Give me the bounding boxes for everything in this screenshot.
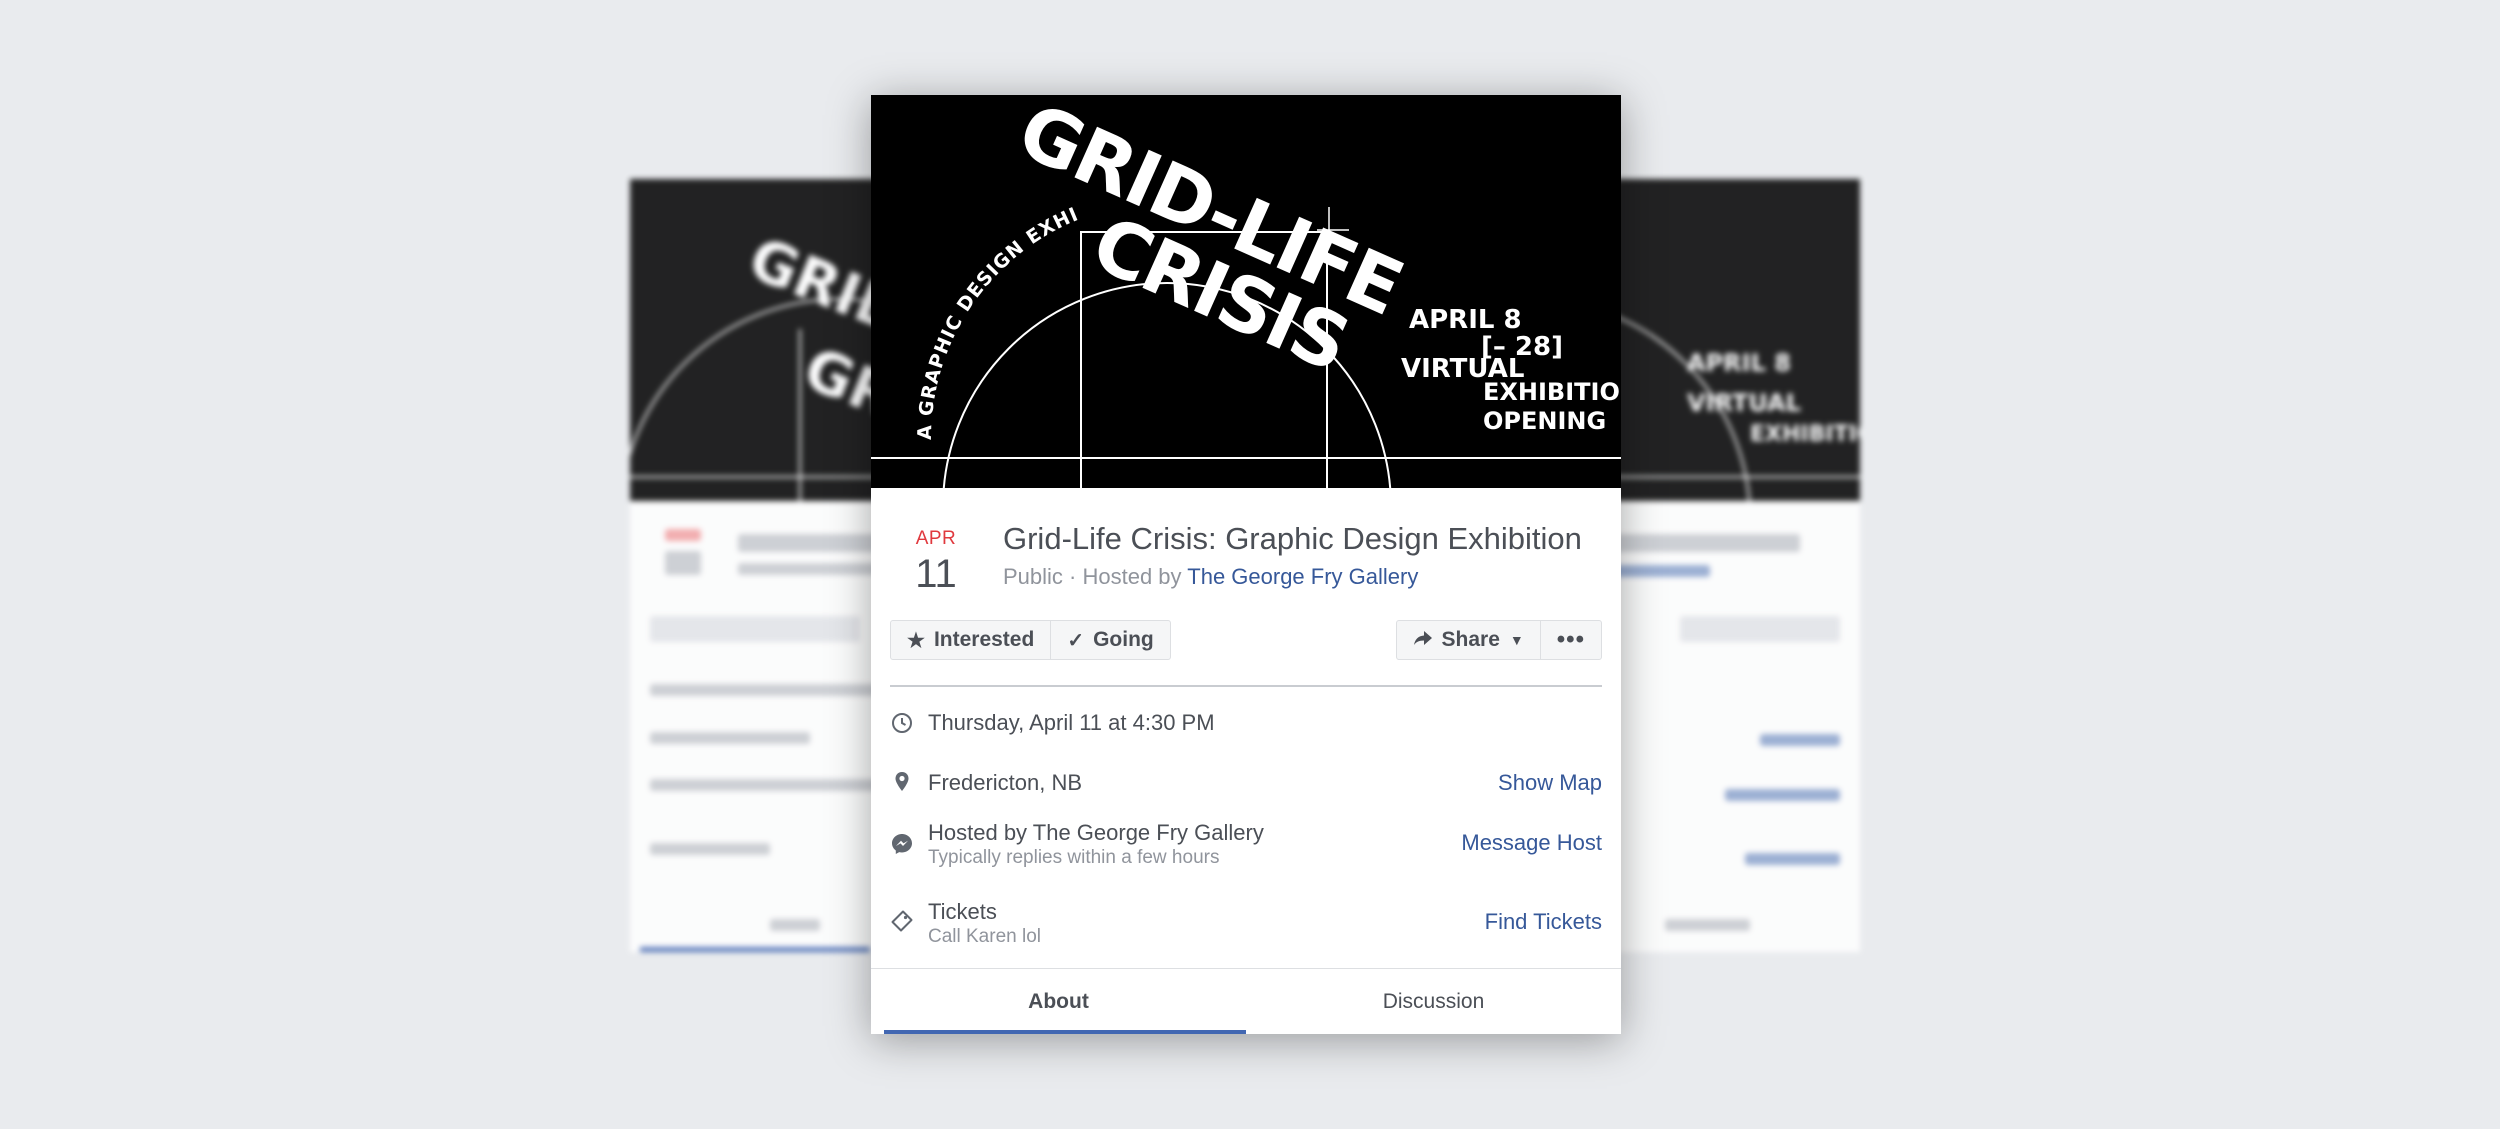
poster-opening: OPENING: [1483, 407, 1606, 435]
clock-icon: [890, 711, 914, 735]
share-button[interactable]: Share ▼: [1397, 621, 1540, 659]
exhibition-poster: A GRAPHIC DESIGN EXHIBITION GRID-LIFE CR…: [871, 95, 1621, 488]
details-divider: [890, 685, 1602, 687]
interested-label: Interested: [933, 628, 1035, 651]
detail-row-location: Fredericton, NB Show Map: [871, 761, 1621, 805]
event-month: APR: [915, 528, 957, 549]
event-hosted-prefix: · Hosted by: [1069, 564, 1182, 589]
background-host-link: [1610, 565, 1710, 577]
tickets-label: Tickets: [928, 899, 997, 924]
tab-about[interactable]: About: [871, 969, 1246, 1034]
poster-exhibition: EXHIBITION: [1483, 378, 1621, 406]
message-host-link[interactable]: Message Host: [1461, 830, 1602, 856]
hosted-by-text: Hosted by The George Fry Gallery: [928, 820, 1264, 845]
caret-down-icon: ▼: [1509, 632, 1524, 648]
event-card: A GRAPHIC DESIGN EXHIBITION GRID-LIFE CR…: [871, 95, 1621, 1034]
event-meta: Public · Hosted by The George Fry Galler…: [1003, 564, 1418, 590]
star-icon: ★: [907, 629, 925, 652]
messenger-icon: [890, 832, 914, 856]
detail-row-host: Hosted by The George Fry Gallery Typical…: [871, 820, 1621, 880]
going-button[interactable]: ✓ Going: [1050, 621, 1169, 659]
check-icon: ✓: [1067, 629, 1085, 652]
stage: GRID GRI APRIL 8 VIRTUAL EXHIBITION: [0, 0, 2500, 1129]
background-share: [1680, 616, 1840, 642]
background-tab-discussion: [1665, 919, 1750, 931]
background-message-host: [1725, 789, 1840, 801]
event-privacy: Public: [1003, 564, 1063, 589]
svg-text:EXHIBITION: EXHIBITION: [1750, 422, 1860, 447]
background-detail-4: [650, 843, 770, 855]
background-month: [665, 529, 701, 541]
more-options-button[interactable]: •••: [1539, 621, 1601, 659]
reply-time-text: Typically replies within a few hours: [928, 847, 1220, 868]
show-map-link[interactable]: Show Map: [1498, 770, 1602, 796]
event-date-badge: APR 11: [906, 528, 966, 596]
background-detail-2: [650, 732, 810, 744]
going-label: Going: [1093, 628, 1154, 651]
event-tabs: About Discussion: [871, 968, 1621, 1034]
share-label: Share: [1441, 628, 1500, 651]
background-tab-indicator: [640, 947, 870, 952]
poster-date-start: APRIL 8: [1409, 305, 1522, 335]
background-tab-about: [770, 919, 820, 931]
location-pin-icon: [890, 770, 914, 794]
tickets-note: Call Karen lol: [928, 926, 1041, 947]
svg-text:APRIL 8: APRIL 8: [1687, 349, 1791, 377]
event-cover-image[interactable]: A GRAPHIC DESIGN EXHIBITION GRID-LIFE CR…: [871, 95, 1621, 488]
rsvp-button-group: ★ Interested ✓ Going: [890, 620, 1171, 660]
tab-discussion[interactable]: Discussion: [1246, 969, 1621, 1034]
share-arrow-icon: [1413, 629, 1433, 652]
event-location: Fredericton, NB: [928, 770, 1083, 795]
svg-text:VIRTUAL: VIRTUAL: [1687, 389, 1801, 417]
background-find-tickets: [1745, 853, 1840, 865]
find-tickets-link[interactable]: Find Tickets: [1485, 909, 1602, 935]
event-day: 11: [915, 552, 957, 596]
background-day: [665, 551, 701, 575]
background-show-map: [1760, 734, 1840, 746]
detail-row-tickets: Tickets Call Karen lol Find Tickets: [871, 899, 1621, 959]
detail-row-datetime: Thursday, April 11 at 4:30 PM: [871, 701, 1621, 745]
interested-button[interactable]: ★ Interested: [891, 621, 1050, 659]
event-title: Grid-Life Crisis: Graphic Design Exhibit…: [1003, 521, 1582, 556]
background-detail-3: [650, 779, 890, 791]
share-button-group: Share ▼ •••: [1395, 620, 1602, 660]
event-host-link[interactable]: The George Fry Gallery: [1187, 564, 1418, 589]
background-rsvp: [650, 616, 860, 642]
ticket-icon: [890, 909, 914, 933]
event-datetime: Thursday, April 11 at 4:30 PM: [928, 710, 1215, 735]
